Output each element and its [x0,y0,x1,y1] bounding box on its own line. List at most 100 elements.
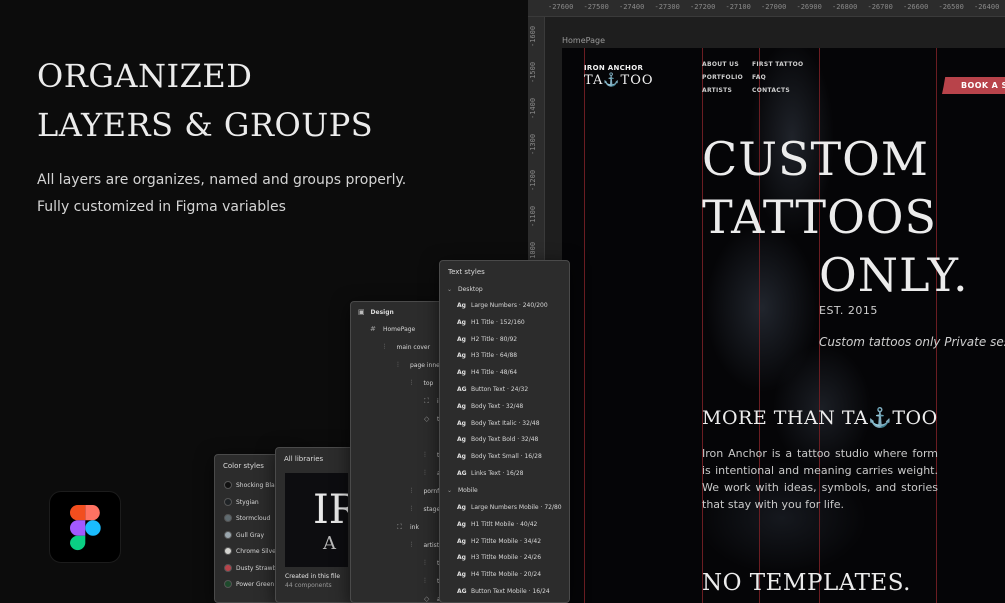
nav-column-2: FIRST TATTOO FAQ CONTACTS [752,61,803,94]
text-style-icon: Ag [457,335,466,343]
layer-item[interactable]: artist [424,542,440,549]
text-style-item[interactable]: Body Text · 32/48 [471,403,523,410]
text-style-item[interactable]: H1 Title · 152/160 [471,319,525,326]
homepage-artboard[interactable]: IRON ANCHOR TA⚓TOO ABOUT US PORTFOLIO AR… [562,48,1005,603]
color-style-name[interactable]: Dusty Strawb [236,565,276,572]
text-style-item[interactable]: Body Text Small · 16/28 [471,453,542,460]
color-style-name[interactable]: Shocking Blac [236,482,278,489]
ruler-tick-label: -26800 [832,3,858,11]
ruler-tick-label: -1200 [529,169,537,191]
text-style-item[interactable]: Body Text Italic · 32/48 [471,420,540,427]
color-swatch[interactable] [224,547,232,555]
color-swatch[interactable] [224,497,232,506]
text-style-icon: Ag [457,520,466,528]
auto-layout-icon: ⫶ [410,541,413,549]
established-text: EST. 2015 [819,304,878,317]
text-style-group[interactable]: Mobile [458,487,478,494]
layer-item[interactable]: pornf [424,488,440,495]
library-count: 44 components [285,582,332,589]
text-style-icon: AG [457,386,467,393]
nav-link[interactable]: ARTISTS [702,87,743,94]
layer-item[interactable]: top [424,380,434,387]
site-logo-text[interactable]: IRON ANCHOR [584,64,643,72]
headline-line-2: LAYERS & GROUPS [37,106,374,144]
text-style-item[interactable]: H3 Titlte Mobile · 24/26 [471,554,541,561]
chevron-down-icon[interactable]: ⌄ [447,286,452,293]
color-swatch[interactable] [224,481,232,489]
ruler-tick-label: -1100 [529,205,537,227]
text-style-icon: Ag [457,554,466,562]
layer-item[interactable]: page inner [410,362,442,369]
ruler-tick-label: -1600 [529,25,537,47]
layer-item[interactable]: main cover [397,344,431,351]
text-style-item[interactable]: H2 Titlte Mobile · 34/42 [471,538,541,545]
text-style-icon: Ag [457,302,466,309]
nav-link[interactable]: FAQ [752,74,803,81]
hero-line-2: TATTOOS [702,190,938,244]
auto-layout-icon: ⫶ [424,577,426,585]
library-thumbnail[interactable]: IR A [285,473,348,567]
layer-item[interactable]: HomePage [383,326,415,333]
color-style-name[interactable]: Stygian [236,499,259,506]
text-style-item[interactable]: Button Text Mobile · 16/24 [471,588,550,595]
layout-guide [584,48,585,603]
design-icon: ▣ [358,308,365,316]
chevron-down-icon[interactable]: ⌄ [447,487,452,494]
libraries-panel[interactable]: All libraries IR A Created in this file … [275,447,357,603]
nav-link[interactable]: ABOUT US [702,61,743,68]
color-style-name[interactable]: Gull Gray [236,532,264,539]
layers-panel[interactable]: ▣ Design # HomePage ⫶ main cover ⫶ page inner… [350,301,450,603]
figma-canvas[interactable]: -27600 -27500 -27400 -27300 -27200 -27100 -270… [528,0,1005,603]
layout-guide [936,48,937,603]
text-style-icon: Ag [457,504,466,511]
color-swatch[interactable] [224,530,232,539]
text-style-icon: Ag [457,571,466,579]
text-style-item[interactable]: H4 Title · 48/64 [471,369,517,376]
color-swatch[interactable] [224,580,232,588]
component-frame-icon: ⛶ [424,397,429,405]
site-logo-mark[interactable]: TA⚓TOO [584,73,654,88]
text-style-item[interactable]: Large Numbers Mobile · 72/80 [471,504,562,511]
nav-link[interactable]: PORTFOLIO [702,74,743,81]
nav-link[interactable]: CONTACTS [752,87,803,94]
text-style-icon: Ag [457,453,466,461]
hero-line-3: ONLY. [819,248,969,302]
text-style-item[interactable]: H3 Title · 64/88 [471,352,517,359]
hero-tagline: Custom tattoos only Private sessi [819,335,1005,349]
hero-line-1: CUSTOM [702,132,929,186]
text-style-item[interactable]: Body Text Bold · 32/48 [471,436,538,443]
color-swatch[interactable] [224,563,232,572]
layer-item[interactable]: stage [424,506,441,513]
color-style-name[interactable]: Chrome Silve [236,548,276,555]
color-style-name[interactable]: Power Green [236,581,274,588]
auto-layout-icon: ⫶ [424,451,426,459]
frame-label[interactable]: HomePage [562,36,605,45]
text-style-item[interactable]: H2 Title · 80/92 [471,336,517,343]
layer-item[interactable]: ink [410,524,419,531]
ruler-tick-label: -26400 [974,3,1000,11]
text-style-item[interactable]: Button Text · 24/32 [471,386,528,393]
text-styles-panel[interactable]: Text styles ⌄ Desktop Ag Large Numbers · 24… [439,260,570,603]
ruler-tick-label: -27000 [761,3,787,11]
component-icon: ◇ [424,595,430,603]
text-style-item[interactable]: Large Numbers · 240/200 [471,302,548,309]
ruler-tick-label: -27300 [654,3,680,11]
text-style-icon: AG [457,588,467,595]
text-style-item[interactable]: H1 Titlt Mobile · 40/42 [471,521,537,528]
color-style-name[interactable]: Stormcloud [236,515,270,522]
nav-link[interactable]: FIRST TATTOO [752,61,803,68]
book-session-button[interactable]: BOOK A SE [942,77,1005,94]
section-heading-2: NO TEMPLATES. [702,570,911,596]
text-style-item[interactable]: Links Text · 16/28 [471,470,523,477]
text-style-item[interactable]: H4 Titlte Mobile · 20/24 [471,571,541,578]
ruler-tick-label: -27400 [619,3,645,11]
color-swatch[interactable] [224,514,232,522]
ruler-tick-label: -26600 [903,3,929,11]
ruler-tick-label: -1500 [529,61,537,83]
panel-title: Design [370,309,394,316]
text-style-icon: Ag [457,369,466,377]
text-style-group[interactable]: Desktop [458,286,483,293]
panel-title: All libraries [284,455,324,463]
text-style-icon: AG [457,470,467,477]
section-heading: MORE THAN TA⚓TOO [702,407,938,429]
